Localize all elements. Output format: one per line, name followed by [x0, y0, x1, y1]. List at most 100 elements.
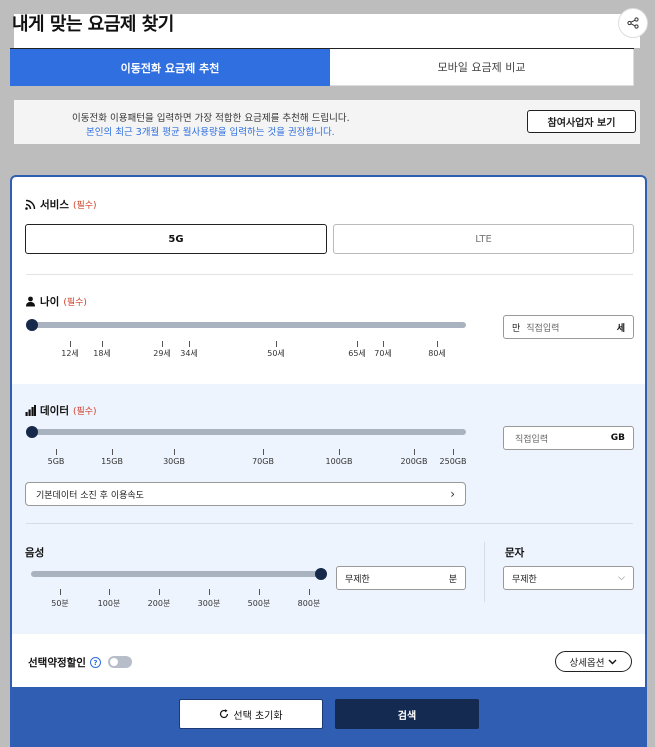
service-label-row: 서비스 (필수): [25, 197, 97, 212]
chevron-down-icon: ⌵: [618, 573, 625, 583]
reset-label: 선택 초기화: [233, 710, 283, 722]
data-tick-label: 100GB: [325, 457, 353, 466]
notice-box: 이동전화 이용패턴을 입력하면 가장 적합한 요금제를 추천해 드립니다. 본인…: [14, 100, 640, 144]
sms-label: 문자: [505, 547, 525, 559]
data-tick: [263, 449, 264, 455]
age-tick-label: 50세: [267, 349, 285, 358]
age-input-unit: 세: [616, 323, 625, 334]
age-tick: [383, 341, 384, 347]
voice-tick: [159, 589, 160, 595]
service-5g-button[interactable]: 5G: [25, 224, 327, 254]
notice-text: 이동전화 이용패턴을 입력하면 가장 적합한 요금제를 추천해 드립니다.: [72, 113, 350, 124]
voice-slider-track[interactable]: [31, 571, 323, 577]
help-icon[interactable]: ?: [89, 657, 101, 668]
age-tick-label: 65세: [348, 349, 366, 358]
age-tick-label: 29세: [153, 349, 171, 358]
data-speed-button[interactable]: 기본데이터 소진 후 이용속도 ›: [25, 482, 466, 506]
age-tick: [189, 341, 190, 347]
data-label: 데이터: [40, 405, 69, 417]
signal-bars-icon: [25, 405, 36, 416]
data-tick-label: 15GB: [101, 457, 123, 466]
data-tick-label: 5GB: [47, 457, 65, 466]
voice-input[interactable]: 무제한 분: [336, 566, 466, 590]
search-button[interactable]: 검색: [335, 699, 479, 729]
voice-tick: [309, 589, 310, 595]
voice-tick-label: 300분: [197, 599, 221, 608]
page-title: 내게 맞는 요금제 찾기: [12, 14, 174, 35]
age-input-placeholder: 직접입력: [526, 323, 560, 334]
required-mark: (필수): [72, 201, 97, 211]
voice-tick: [259, 589, 260, 595]
data-label-row: 데이터 (필수): [25, 403, 97, 418]
data-tick: [414, 449, 415, 455]
chevron-down-icon: [608, 659, 617, 664]
discount-label-row: 선택약정할인 ?: [28, 655, 101, 670]
refresh-icon: [220, 709, 229, 719]
voice-input-unit: 분: [448, 574, 457, 585]
tab-mobile-plan-recommend[interactable]: 이동전화 요금제 추천: [10, 49, 330, 86]
data-slider-track[interactable]: [31, 429, 466, 435]
voice-tick-label: 50분: [51, 599, 69, 608]
service-lte-button[interactable]: LTE: [333, 224, 634, 254]
data-tick: [339, 449, 340, 455]
voice-tick-label: 800분: [297, 599, 321, 608]
age-tick-label: 34세: [180, 349, 198, 358]
data-tick-label: 70GB: [252, 457, 274, 466]
wifi-signal-icon: [25, 199, 36, 210]
search-panel: 서비스 (필수) 5G LTE 나이 (필수) 12세 18세 29세 34세 …: [10, 175, 647, 747]
voice-label: 음성: [25, 547, 45, 559]
data-slider-handle[interactable]: [26, 426, 38, 438]
voice-slider-handle[interactable]: [315, 568, 327, 580]
share-icon: [627, 17, 639, 29]
section-divider: [484, 542, 485, 602]
age-tick-label: 70세: [374, 349, 392, 358]
age-tick-label: 12세: [61, 349, 79, 358]
age-label: 나이: [40, 296, 60, 308]
action-footer: 선택 초기화 검색: [12, 687, 645, 747]
tab-mobile-plan-compare[interactable]: 모바일 요금제 비교: [330, 49, 634, 86]
data-input[interactable]: 직접입력 GB: [503, 426, 634, 450]
age-slider-handle[interactable]: [26, 319, 38, 331]
age-tick: [437, 341, 438, 347]
data-tick-label: 30GB: [163, 457, 185, 466]
data-tick: [56, 449, 57, 455]
age-tick: [162, 341, 163, 347]
voice-tick: [209, 589, 210, 595]
discount-label: 선택약정할인: [28, 657, 86, 669]
person-icon: [26, 296, 35, 307]
voice-tick: [109, 589, 110, 595]
data-speed-label: 기본데이터 소진 후 이용속도: [36, 490, 144, 501]
reset-button[interactable]: 선택 초기화: [179, 699, 323, 729]
page: 내게 맞는 요금제 찾기 이동전화 요금제 추천 모바일 요금제 비교 이동전화…: [0, 0, 655, 747]
discount-toggle[interactable]: [108, 656, 132, 668]
voice-tick-label: 200분: [147, 599, 171, 608]
voice-tick-label: 500분: [247, 599, 271, 608]
voice-input-value: 무제한: [345, 574, 370, 585]
detail-options-button[interactable]: 상세옵션: [555, 651, 632, 672]
data-input-unit: GB: [610, 433, 625, 443]
age-tick: [70, 341, 71, 347]
sms-select-value: 무제한: [512, 574, 537, 585]
view-participants-button[interactable]: 참여사업자 보기: [527, 110, 636, 133]
age-tick-label: 80세: [428, 349, 446, 358]
service-label: 서비스: [40, 199, 69, 211]
voice-label-row: 음성: [25, 545, 44, 560]
divider: [26, 274, 633, 275]
voice-tick-label: 100분: [97, 599, 121, 608]
sms-label-row: 문자: [505, 545, 524, 560]
age-tick-label: 18세: [93, 349, 111, 358]
required-mark: (필수): [72, 407, 97, 417]
voice-tick: [60, 589, 61, 595]
age-slider-track[interactable]: [31, 322, 466, 328]
data-tick-label: 200GB: [400, 457, 428, 466]
age-input[interactable]: 만 직접입력 세: [503, 315, 634, 339]
data-input-placeholder: 직접입력: [515, 434, 549, 445]
age-tick: [357, 341, 358, 347]
detail-options-label: 상세옵션: [569, 657, 605, 669]
age-input-prefix: 만: [512, 323, 521, 334]
required-mark: (필수): [63, 298, 87, 308]
notice-hint: 본인의 최근 3개월 평균 월사용량을 입력하는 것을 권장합니다.: [86, 127, 335, 138]
share-button[interactable]: [618, 8, 648, 38]
sms-select[interactable]: 무제한 ⌵: [503, 566, 634, 590]
divider: [26, 523, 633, 524]
